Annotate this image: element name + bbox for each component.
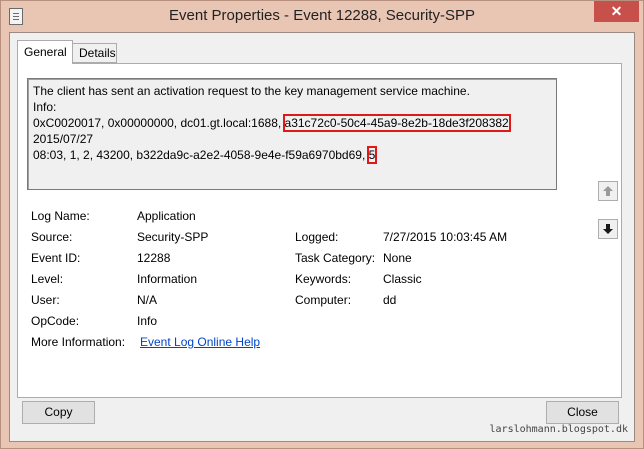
keywords-value: Classic: [383, 272, 422, 286]
up-arrow-icon: [603, 186, 613, 196]
level-label: Level:: [31, 272, 64, 286]
description-line-4-prefix: 08:03, 1, 2, 43200, b322da9c-a2e2-4058-9…: [33, 148, 369, 162]
previous-event-button[interactable]: [598, 181, 618, 201]
highlighted-count: 5: [366, 146, 378, 164]
window-title: Event Properties - Event 12288, Security…: [169, 7, 475, 24]
copy-button[interactable]: Copy: [22, 401, 95, 424]
close-button[interactable]: Close: [546, 401, 619, 424]
logged-value: 7/27/2015 10:03:45 AM: [383, 230, 508, 244]
description-line-1: The client has sent an activation reques…: [33, 84, 470, 98]
user-label: User:: [31, 293, 60, 307]
next-event-button[interactable]: [598, 219, 618, 239]
event-log-online-help-link[interactable]: Event Log Online Help: [140, 334, 260, 350]
description-line-3-prefix: 0xC0020017, 0x00000000, dc01.gt.local:16…: [33, 116, 285, 130]
dialog-body: General Details The client has sent an a…: [9, 32, 635, 442]
down-arrow-icon: [603, 224, 613, 234]
opcode-value: Info: [137, 314, 158, 328]
event-properties-window: Event Properties - Event 12288, Security…: [0, 0, 644, 449]
highlighted-guid: a31c72c0-50c4-45a9-8e2b-18de3f208382: [282, 114, 511, 132]
log-name-value: Application: [137, 209, 196, 223]
level-value: Information: [137, 272, 198, 286]
task-category-value: None: [383, 251, 412, 265]
event-description[interactable]: The client has sent an activation reques…: [27, 78, 557, 190]
tab-details[interactable]: Details: [72, 43, 117, 63]
window-close-button[interactable]: ✕: [594, 1, 639, 22]
description-line-2: Info:: [33, 100, 57, 114]
task-category-label: Task Category:: [295, 251, 376, 265]
log-name-label: Log Name:: [31, 209, 90, 223]
computer-label: Computer:: [295, 293, 352, 307]
source-label: Source:: [31, 230, 73, 244]
logged-label: Logged:: [295, 230, 339, 244]
event-id-label: Event ID:: [31, 251, 81, 265]
keywords-label: Keywords:: [295, 272, 352, 286]
tab-general[interactable]: General: [17, 40, 73, 64]
opcode-label: OpCode:: [31, 314, 80, 328]
computer-value: dd: [383, 293, 397, 307]
title-bar[interactable]: Event Properties - Event 12288, Security…: [1, 1, 643, 32]
watermark: larslohmann.blogspot.dk: [489, 424, 628, 435]
user-value: N/A: [137, 293, 158, 307]
source-value: Security-SPP: [137, 230, 209, 244]
event-id-value: 12288: [137, 251, 171, 265]
more-information-label: More Information:: [31, 335, 126, 349]
